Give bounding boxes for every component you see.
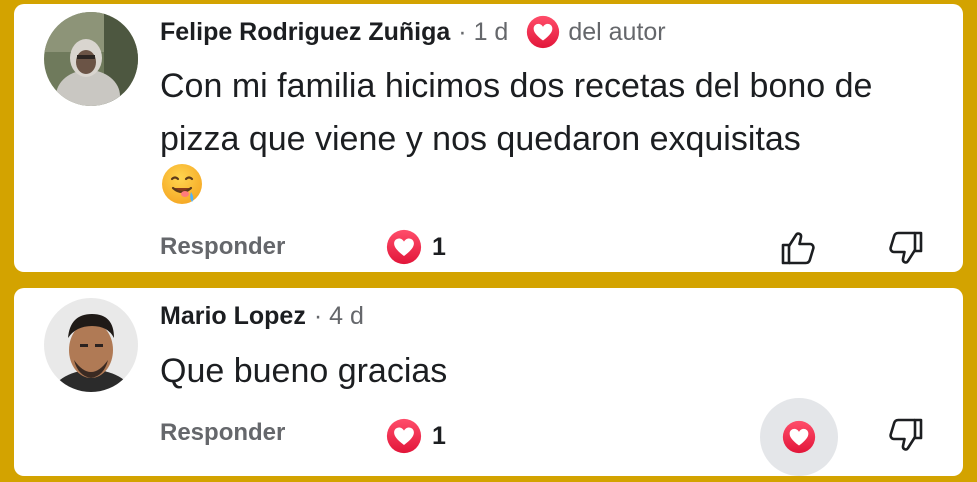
comment-header: Mario Lopez · 4 d [160, 298, 364, 334]
dislike-button[interactable] [884, 413, 928, 457]
comment-time[interactable]: · 4 d [314, 302, 364, 331]
drooling-face-emoji [162, 164, 202, 204]
comment-text: Que bueno gracias [160, 352, 448, 390]
avatar[interactable] [44, 298, 138, 392]
comment-text: Con mi familia hicimos dos recetas del b… [160, 67, 873, 158]
reply-button[interactable]: Responder [160, 419, 285, 447]
dislike-button[interactable] [884, 226, 928, 270]
avatar[interactable] [44, 12, 138, 106]
author-badge-label: del autor [568, 17, 666, 46]
author-name[interactable]: Mario Lopez [160, 302, 306, 331]
selected-love-reaction-button[interactable] [760, 398, 838, 476]
thumbs-down-icon [889, 418, 923, 451]
reaction-summary[interactable]: 1 [386, 229, 446, 265]
comment-card: Felipe Rodriguez Zuñiga · 1 d del autor … [14, 4, 963, 272]
heart-reaction-icon [782, 420, 816, 454]
thumbs-down-icon [889, 231, 923, 264]
heart-reaction-icon [386, 418, 422, 454]
author-name[interactable]: Felipe Rodriguez Zuñiga [160, 18, 450, 47]
reaction-count: 1 [432, 421, 446, 450]
like-button[interactable] [776, 226, 820, 270]
comment-time[interactable]: · 1 d [458, 18, 508, 47]
thumbs-up-icon [781, 232, 815, 265]
reply-button[interactable]: Responder [160, 233, 285, 261]
reaction-count: 1 [432, 232, 446, 261]
comment-card: Mario Lopez · 4 d Que bueno gracias Resp… [14, 288, 963, 476]
reaction-summary[interactable]: 1 [386, 418, 446, 454]
heart-reaction-icon [526, 15, 560, 49]
heart-reaction-icon [386, 229, 422, 265]
author-reacted-badge: del autor [526, 15, 666, 49]
comment-header: Felipe Rodriguez Zuñiga · 1 d del autor [160, 14, 666, 50]
